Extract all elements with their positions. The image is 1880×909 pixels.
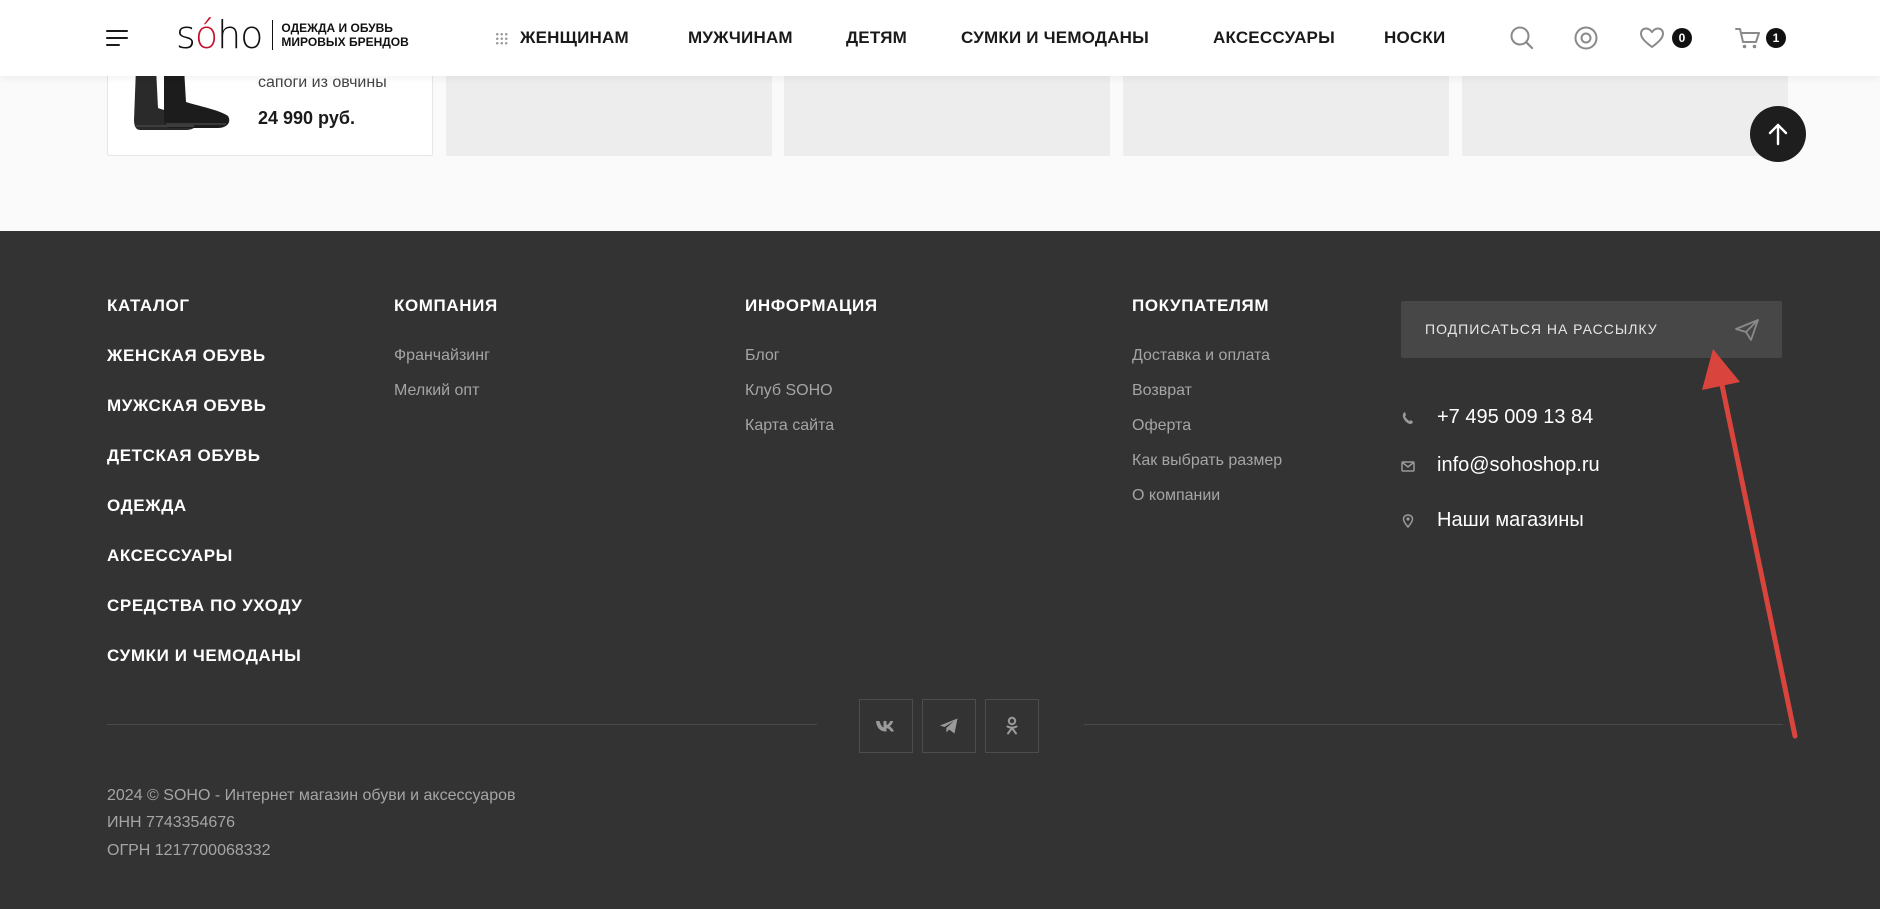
map-pin-icon — [1402, 513, 1414, 528]
logo-separator — [272, 20, 274, 50]
phone-icon — [1402, 411, 1413, 424]
site-header: sóho ОДЕЖДА И ОБУВЬ МИРОВЫХ БРЕНДОВ ЖЕНЩИ… — [0, 0, 1880, 76]
footer-catalog-clothing[interactable]: ОДЕЖДА — [107, 496, 187, 516]
odnoklassniki-button[interactable] — [985, 699, 1039, 753]
heart-icon[interactable] — [1638, 24, 1666, 52]
footer-link-club[interactable]: Клуб SOHO — [745, 382, 833, 400]
footer-company-title: КОМПАНИЯ — [394, 296, 498, 315]
vk-icon — [876, 721, 894, 732]
logo-tagline: ОДЕЖДА И ОБУВЬ МИРОВЫХ БРЕНДОВ — [281, 21, 409, 49]
footer-link-offer[interactable]: Оферта — [1132, 417, 1191, 435]
contact-phone-row: +7 495 009 13 84 — [1401, 406, 1593, 429]
wishlist-count-badge: 0 — [1672, 28, 1692, 48]
footer-catalog-accessories[interactable]: АКСЕССУАРЫ — [107, 546, 233, 566]
nav-women[interactable]: ЖЕНЩИНАМ — [520, 28, 629, 48]
footer-copyright: 2024 © SOHO - Интернет магазин обуви и а… — [107, 787, 516, 804]
odnoklassniki-icon — [1006, 716, 1018, 735]
contact-stores-row: Наши магазины — [1401, 509, 1584, 532]
footer-link-about[interactable]: О компании — [1132, 487, 1220, 505]
product-price: 24 990 руб. — [258, 108, 355, 128]
site-footer: КАТАЛОГ ЖЕНСКАЯ ОБУВЬ МУЖСКАЯ ОБУВЬ ДЕТС… — [0, 231, 1880, 909]
catalog-grid-icon[interactable] — [495, 32, 508, 45]
contact-email[interactable]: info@sohoshop.ru — [1437, 454, 1600, 477]
product-card[interactable]: сапоги из овчины 24 990 руб. — [107, 68, 433, 156]
footer-ogrn: ОГРН 1217700068332 — [107, 842, 271, 859]
account-icon[interactable] — [1572, 24, 1600, 52]
footer-link-delivery[interactable]: Доставка и оплата — [1132, 347, 1270, 365]
telegram-icon — [940, 718, 958, 734]
nav-kids[interactable]: ДЕТЯМ — [846, 28, 907, 48]
nav-socks[interactable]: НОСКИ — [1384, 28, 1445, 48]
footer-catalog-title[interactable]: КАТАЛОГ — [107, 296, 190, 316]
footer-divider-left — [107, 724, 817, 725]
footer-catalog-men-shoes[interactable]: МУЖСКАЯ ОБУВЬ — [107, 396, 266, 416]
subscribe-newsletter-button[interactable]: ПОДПИСАТЬСЯ НА РАССЫЛКУ — [1401, 301, 1782, 358]
vk-button[interactable] — [859, 699, 913, 753]
contact-email-row: info@sohoshop.ru — [1401, 454, 1600, 477]
footer-catalog-bags[interactable]: СУМКИ И ЧЕМОДАНЫ — [107, 646, 301, 666]
footer-catalog-women-shoes[interactable]: ЖЕНСКАЯ ОБУВЬ — [107, 346, 266, 366]
arrow-up-icon — [1768, 123, 1788, 146]
product-name[interactable]: сапоги из овчины — [258, 74, 387, 92]
search-icon[interactable] — [1508, 24, 1536, 52]
footer-buyers-title: ПОКУПАТЕЛЯМ — [1132, 296, 1270, 315]
cart-icon[interactable] — [1734, 24, 1762, 52]
footer-link-wholesale[interactable]: Мелкий опт — [394, 382, 479, 400]
product-card-placeholder — [446, 70, 772, 156]
footer-divider-right — [1084, 724, 1783, 725]
menu-burger-icon[interactable] — [106, 30, 128, 47]
cart-count-badge: 1 — [1766, 28, 1786, 48]
footer-link-sitemap[interactable]: Карта сайта — [745, 417, 834, 435]
footer-link-franchise[interactable]: Франчайзинг — [394, 347, 490, 365]
product-card-placeholder — [1123, 70, 1449, 156]
send-icon — [1735, 319, 1759, 341]
product-card-placeholder — [1462, 70, 1788, 156]
telegram-button[interactable] — [922, 699, 976, 753]
product-card-placeholder — [784, 70, 1110, 156]
nav-accessories[interactable]: АКСЕССУАРЫ — [1213, 28, 1335, 48]
scroll-to-top-button[interactable] — [1750, 106, 1806, 162]
footer-link-size-guide[interactable]: Как выбрать размер — [1132, 452, 1282, 470]
footer-link-blog[interactable]: Блог — [745, 347, 780, 365]
footer-link-returns[interactable]: Возврат — [1132, 382, 1192, 400]
footer-info-title: ИНФОРМАЦИЯ — [745, 296, 878, 315]
nav-men[interactable]: МУЖЧИНАМ — [688, 28, 793, 48]
soho-logo[interactable]: sóho ОДЕЖДА И ОБУВЬ МИРОВЫХ БРЕНДОВ — [176, 12, 409, 58]
footer-inn: ИНН 7743354676 — [107, 814, 236, 831]
footer-catalog-kids-shoes[interactable]: ДЕТСКАЯ ОБУВЬ — [107, 446, 261, 466]
footer-catalog-care[interactable]: СРЕДСТВА ПО УХОДУ — [107, 596, 302, 616]
contact-stores[interactable]: Наши магазины — [1437, 509, 1584, 532]
mail-icon — [1401, 460, 1415, 472]
logo-wordmark: sóho — [176, 13, 263, 57]
contact-phone[interactable]: +7 495 009 13 84 — [1437, 406, 1593, 429]
nav-bags-suitcases[interactable]: СУМКИ И ЧЕМОДАНЫ — [961, 28, 1149, 48]
boots-product-image — [134, 68, 230, 130]
subscribe-label: ПОДПИСАТЬСЯ НА РАССЫЛКУ — [1425, 321, 1658, 337]
